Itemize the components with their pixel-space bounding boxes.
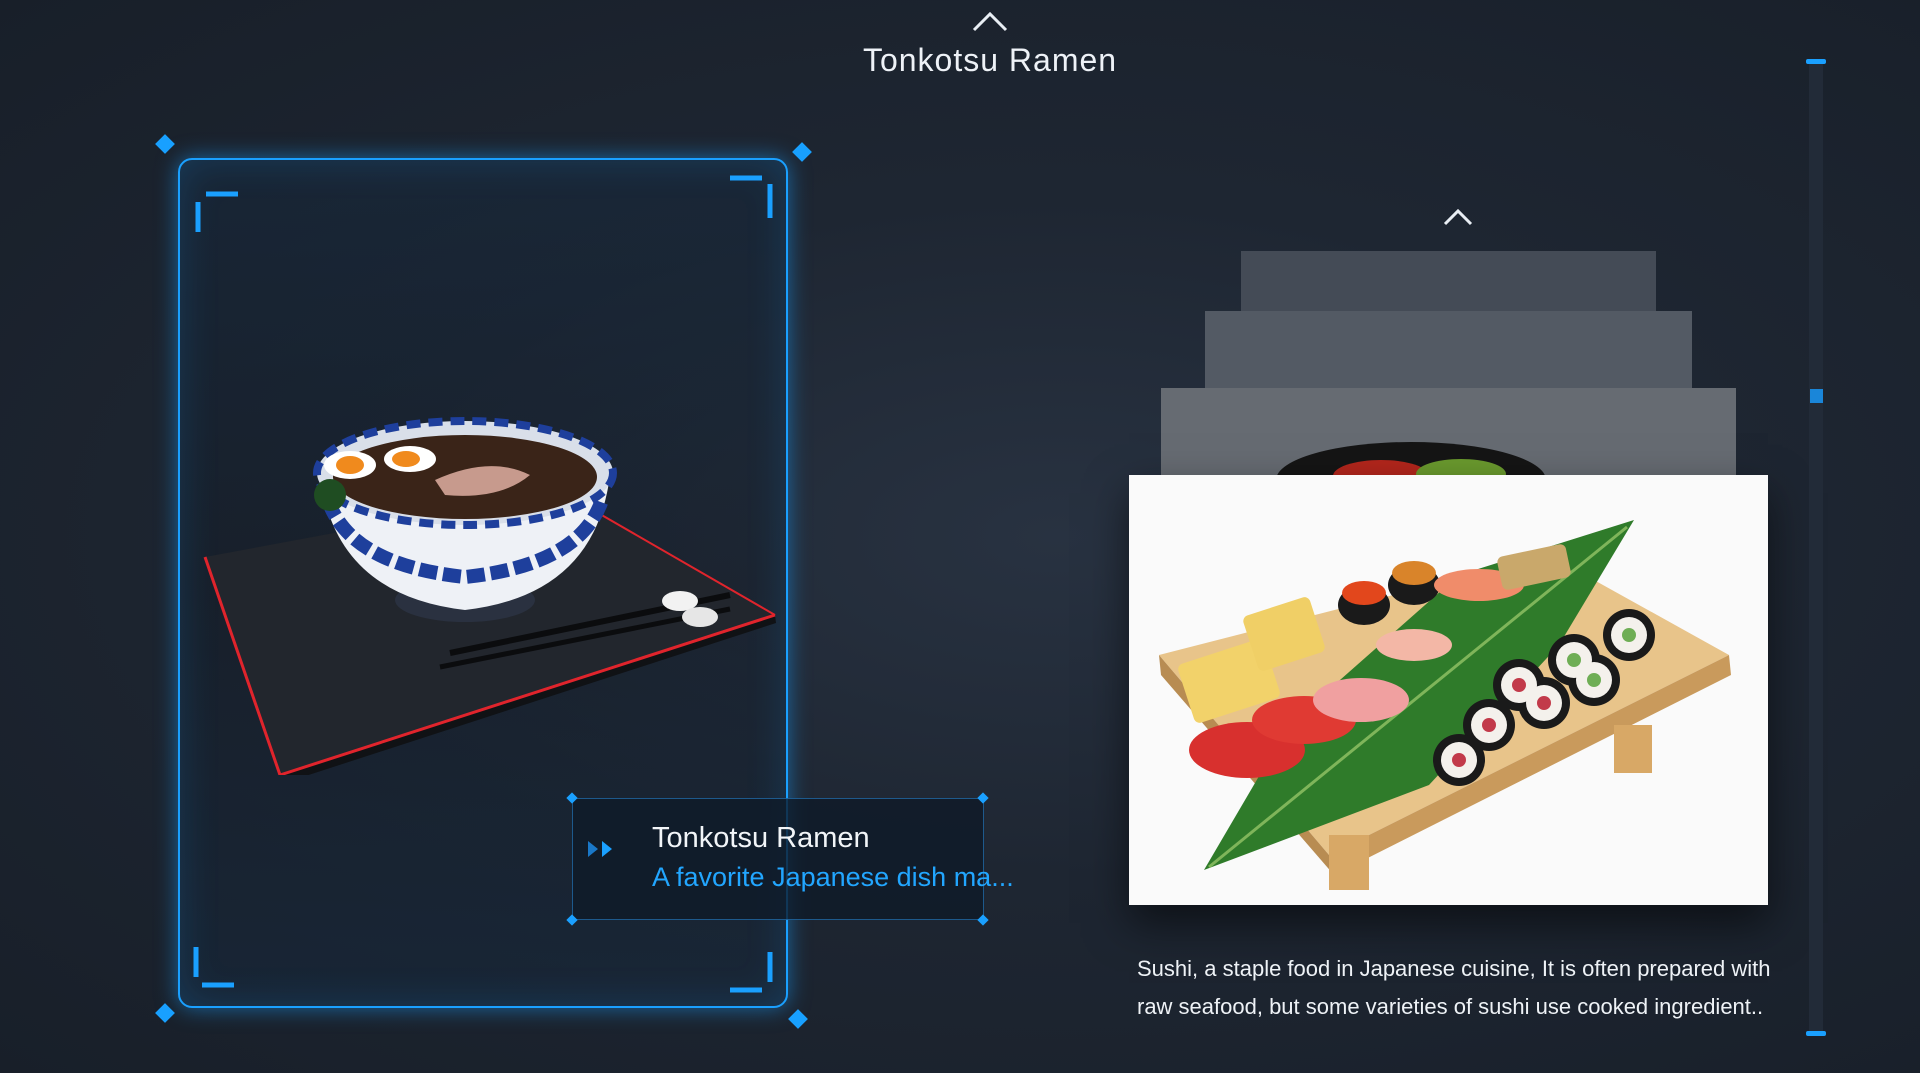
frame-corner-icon	[193, 947, 234, 988]
sushi-platter-image	[1159, 520, 1731, 890]
ramen-bowl-image	[203, 417, 776, 775]
scrollbar-thumb[interactable]	[1810, 389, 1823, 403]
corner-diamond-icon	[155, 134, 175, 154]
corner-diamond-icon	[155, 1003, 175, 1023]
corner-diamond-icon	[788, 1009, 808, 1029]
info-tooltip[interactable]	[572, 798, 984, 920]
page-title: Tonkotsu Ramen	[862, 42, 1118, 78]
info-title: Tonkotsu Ramen	[652, 822, 870, 854]
frame-corner-icon	[195, 191, 238, 232]
scrollbar-track[interactable]	[1809, 60, 1823, 1035]
stacked-card[interactable]	[1161, 388, 1736, 478]
frame-corner-icon	[730, 952, 773, 993]
corner-diamond-icon	[792, 142, 812, 162]
stacked-card-image	[1276, 442, 1546, 478]
card-caption: Sushi, a staple food in Japanese cuisine…	[1137, 956, 1771, 1019]
scrollbar-cap-bottom	[1806, 1031, 1826, 1036]
info-description-link[interactable]: A favorite Japanese dish ma...	[652, 862, 1014, 893]
double-chevron-right-icon	[588, 841, 612, 857]
scrollbar-cap-top	[1806, 59, 1826, 64]
chevron-up-icon[interactable]	[1441, 204, 1475, 228]
frame-corner-icon	[730, 175, 773, 218]
chevron-up-icon[interactable]	[970, 6, 1010, 34]
